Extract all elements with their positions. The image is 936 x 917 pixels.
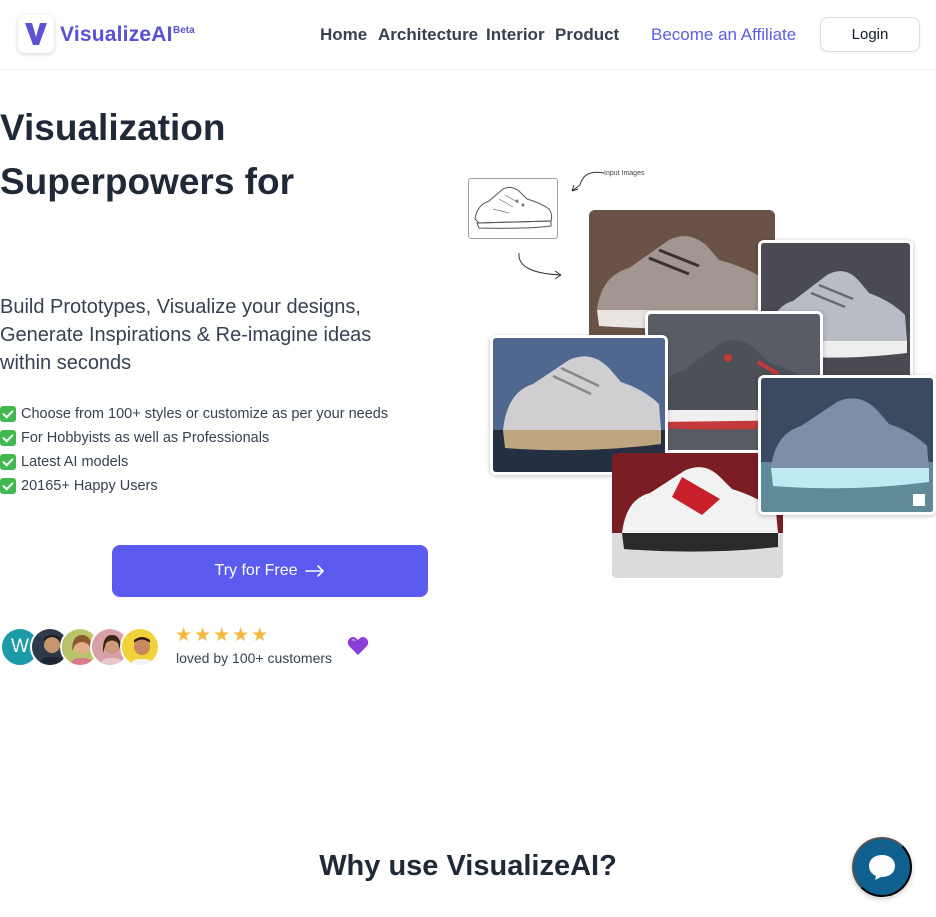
login-button[interactable]: Login (820, 17, 920, 52)
feature-text: Latest AI models (21, 454, 129, 470)
input-sketch-image (468, 178, 558, 239)
logo[interactable] (18, 15, 54, 53)
logo-v-icon (25, 23, 47, 45)
site-header: VisualizeAI Beta Home Architecture Inter… (0, 0, 936, 70)
customer-avatars: W (0, 627, 170, 667)
curved-arrow-icon (518, 252, 562, 280)
arrow-right-icon (305, 565, 325, 577)
input-images-label: Input Images (604, 170, 645, 177)
try-for-free-button[interactable]: Try for Free (112, 545, 428, 597)
star-icon: ★ (232, 625, 250, 646)
section-title: Why use VisualizeAI? (319, 850, 617, 882)
star-icon: ★ (194, 625, 212, 646)
brand-name[interactable]: VisualizeAI (60, 23, 173, 47)
feature-text: Choose from 100+ styles or customize as … (21, 406, 389, 422)
nav-interior[interactable]: Interior (486, 25, 545, 45)
purple-heart-icon (347, 637, 369, 655)
chat-icon (869, 855, 895, 880)
rating-stars: ★ ★ ★ ★ ★ (175, 626, 268, 645)
sneaker-collage: Input Images (465, 165, 936, 585)
hero-title-line1: Visualization (0, 107, 226, 148)
feature-item: 20165+ Happy Users (0, 474, 440, 498)
star-icon: ★ (175, 625, 193, 646)
feature-text: 20165+ Happy Users (21, 478, 158, 494)
cta-label: Try for Free (214, 562, 298, 579)
beta-badge: Beta (173, 25, 195, 36)
nav-product[interactable]: Product (555, 25, 619, 45)
feature-item: Choose from 100+ styles or customize as … (0, 402, 440, 426)
loved-by-text: loved by 100+ customers (176, 650, 333, 666)
chat-button[interactable] (852, 837, 912, 897)
hero-title-line2: Superpowers for (0, 161, 294, 202)
hero-subtitle: Build Prototypes, Visualize your designs… (0, 296, 372, 374)
star-icon: ★ (213, 625, 231, 646)
feature-item: For Hobbyists as well as Professionals (0, 426, 440, 450)
feature-text: For Hobbyists as well as Professionals (21, 430, 270, 446)
nav-architecture[interactable]: Architecture (378, 25, 478, 45)
nav-home[interactable]: Home (320, 25, 367, 45)
feature-item: Latest AI models (0, 450, 440, 474)
check-icon (0, 478, 16, 494)
generated-sneaker-image (758, 375, 936, 515)
avatar-initial: W (11, 636, 29, 657)
avatar (120, 627, 160, 667)
check-icon (0, 454, 16, 470)
hero-title: Visualization Superpowers for (0, 101, 440, 209)
affiliate-link[interactable]: Become an Affiliate (651, 25, 796, 45)
check-icon (0, 406, 16, 422)
feature-list: Choose from 100+ styles or customize as … (0, 402, 440, 498)
star-icon: ★ (251, 625, 269, 646)
check-icon (0, 430, 16, 446)
